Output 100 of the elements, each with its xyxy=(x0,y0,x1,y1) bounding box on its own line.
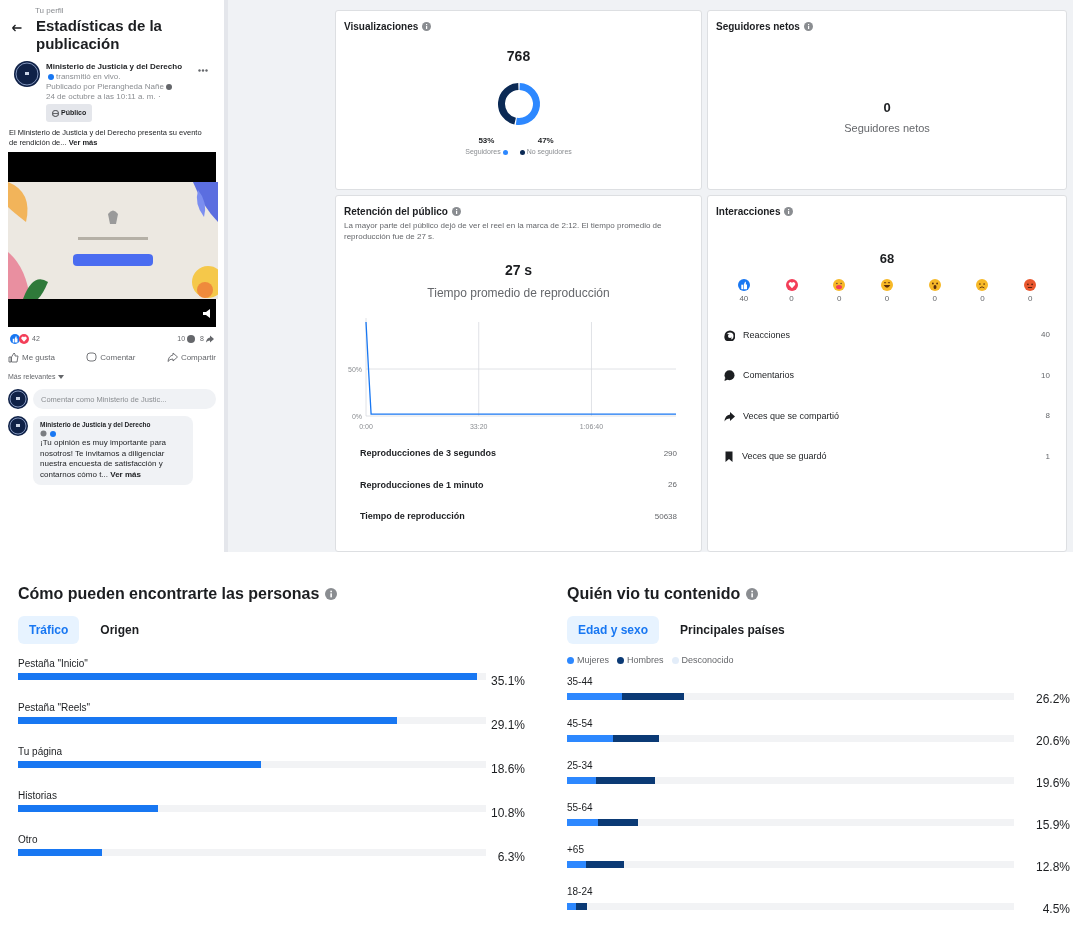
breakdown-label: Comentarios xyxy=(743,369,795,382)
reaction-count: 0 xyxy=(837,292,842,305)
percentage-label: 18.6% xyxy=(489,763,525,775)
speech-bubble-icon xyxy=(86,352,98,363)
card-title: Visualizaciones xyxy=(344,20,419,34)
reaction-count: 0 xyxy=(932,292,937,305)
average-time-label: Tiempo promedio de reproducción xyxy=(427,285,610,302)
percentage-label: 20.6% xyxy=(1034,734,1070,747)
bar-label: +65 xyxy=(567,843,585,856)
tab[interactable]: Edad y sexo xyxy=(567,616,660,644)
thumbs-up-icon xyxy=(8,352,19,363)
more-options-icon[interactable] xyxy=(198,69,208,72)
back-arrow-icon[interactable] xyxy=(12,24,22,32)
emoji-icon xyxy=(833,278,846,291)
follower-count: 0 xyxy=(883,99,891,117)
bar-label: 18-24 xyxy=(567,885,594,898)
emoji-icon xyxy=(976,278,989,291)
info-icon[interactable] xyxy=(422,22,432,31)
video-player[interactable] xyxy=(8,152,216,327)
legend-dot xyxy=(519,149,525,155)
average-time: 27 s xyxy=(504,261,533,280)
percentage-label: 15.9% xyxy=(1034,818,1070,831)
reaction-count: 40 xyxy=(739,292,749,305)
metric-value: 290 xyxy=(663,447,677,460)
reaction-count: 0 xyxy=(789,292,794,305)
tab[interactable]: Tráfico xyxy=(18,616,80,644)
page-title: Estadísticas de la publicación xyxy=(36,17,163,53)
bar-label: 45-54 xyxy=(567,717,594,730)
percentage-label: 29.1% xyxy=(489,719,525,731)
breakdown-value: 1 xyxy=(1045,450,1050,463)
breadcrumb-link[interactable]: Tu perfil xyxy=(35,6,216,15)
heart-reaction-icon xyxy=(785,278,798,291)
post-action-button[interactable]: Me gusta xyxy=(8,351,55,364)
breakdown-label: Veces que se guardó xyxy=(742,450,827,463)
percentage-label: 4.5% xyxy=(1041,902,1070,915)
breakdown-label: Veces que se compartió xyxy=(743,409,840,423)
section-title: Cómo pueden encontrarte las personas xyxy=(18,584,320,604)
breakdown-value: 8 xyxy=(1045,410,1050,423)
like-reaction-icon xyxy=(737,278,750,291)
author-name[interactable]: Ministerio de Justicia y del Derecho xyxy=(46,62,183,71)
legend-label: Mujeres xyxy=(577,654,609,667)
bar-label: Historias xyxy=(18,790,58,802)
legend-dot xyxy=(502,149,508,155)
post-action-button[interactable]: Comentar xyxy=(86,351,136,364)
card-title: Interacciones xyxy=(716,205,781,219)
bar-label: Pestaña "Inicio" xyxy=(18,658,89,670)
avatar[interactable] xyxy=(14,61,40,87)
avatar[interactable] xyxy=(8,389,28,409)
breakdown-value: 10 xyxy=(1041,369,1050,382)
section-title: Quién vio tu contenido xyxy=(567,584,741,604)
bar-label: Pestaña "Reels" xyxy=(18,702,92,714)
post-action-text: transmitió en vivo. xyxy=(56,72,121,81)
verified-icon xyxy=(48,73,54,80)
donut-slice xyxy=(497,83,518,125)
interactions-total: 68 xyxy=(879,250,895,268)
card-title: Retención del público xyxy=(344,205,448,219)
tab[interactable]: Origen xyxy=(89,616,151,644)
breakdown-value: 40 xyxy=(1041,329,1050,342)
percent-label: 47% xyxy=(537,135,554,147)
info-icon[interactable] xyxy=(746,588,759,600)
tab[interactable]: Principales países xyxy=(669,616,796,644)
post-action-button[interactable]: Compartir xyxy=(166,351,216,364)
info-icon[interactable] xyxy=(803,22,813,31)
bar-label: 25-34 xyxy=(567,759,594,772)
breakdown-label: Reacciones xyxy=(743,328,791,342)
speech-bubble-icon xyxy=(724,370,735,382)
bar-label: 35-44 xyxy=(567,675,594,688)
percentage-label: 19.6% xyxy=(1034,776,1070,789)
verified-icon xyxy=(50,430,56,437)
reaction-count: 0 xyxy=(1027,292,1033,305)
percentage-label: 6.3% xyxy=(496,851,525,863)
percentage-label: 12.8% xyxy=(1034,860,1070,873)
avatar[interactable] xyxy=(8,416,28,436)
metric-value: 50638 xyxy=(654,510,677,523)
card-title: Seguidores netos xyxy=(716,20,800,34)
legend-label: Desconocido xyxy=(681,654,734,667)
metric-label: Reproducciones de 3 segundos xyxy=(360,447,497,460)
emoji-icon xyxy=(928,278,941,291)
comment-text: ¡Tu opinión es muy importante para nosotros! Te invitamos a diligenciar nuestra encuesta de satisfacción y contarnos cómo t... Ver más xyxy=(40,438,167,480)
follower-label: Seguidores netos xyxy=(844,120,930,136)
donut-slice xyxy=(515,83,540,125)
bar-label: 55-64 xyxy=(567,801,594,814)
percent-label: 53% xyxy=(478,135,495,147)
metric-label: Reproducciones de 1 minuto xyxy=(360,478,484,492)
percentage-label: 26.2% xyxy=(1034,692,1070,705)
globe-icon xyxy=(52,109,59,117)
legend-label: Hombres xyxy=(627,654,664,667)
info-icon[interactable] xyxy=(451,207,461,216)
reaction-count: 0 xyxy=(884,292,890,305)
emoji-icon xyxy=(1024,278,1037,291)
publisher-text: Publicado por Pierangheda Nañe xyxy=(46,82,164,92)
info-icon[interactable] xyxy=(784,207,794,216)
comment-bubble-icon xyxy=(187,335,196,344)
metric-label: Tiempo de reproducción xyxy=(360,510,465,523)
info-icon[interactable] xyxy=(325,588,338,600)
post-date[interactable]: 24 de octubre a las 10:11 a. m. · xyxy=(46,92,192,102)
like-reaction-icon xyxy=(10,334,20,345)
bar-label: Otro xyxy=(18,834,39,846)
speaker-icon[interactable] xyxy=(203,308,212,318)
see-more-link[interactable]: Ver más xyxy=(110,469,141,479)
